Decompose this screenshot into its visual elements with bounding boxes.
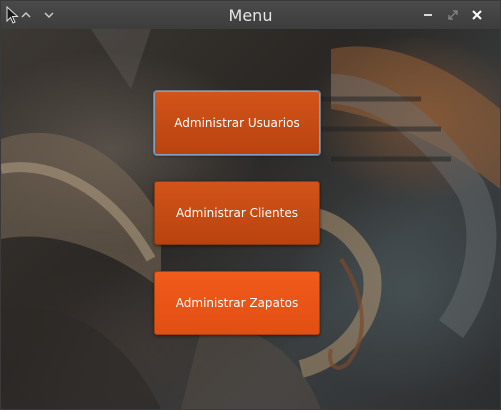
background-image: Administrar Usuarios Administrar Cliente… bbox=[1, 29, 500, 409]
button-label: Administrar Clientes bbox=[176, 206, 298, 220]
minimize-icon[interactable] bbox=[418, 5, 438, 25]
menu-window: Menu Administrar Usuarios Administrar Cl… bbox=[0, 0, 501, 410]
administrar-zapatos-button[interactable]: Administrar Zapatos bbox=[154, 271, 320, 335]
button-label: Administrar Zapatos bbox=[175, 296, 299, 310]
administrar-clientes-button[interactable]: Administrar Clientes bbox=[154, 181, 320, 245]
maximize-icon[interactable] bbox=[443, 5, 463, 25]
title-bar[interactable]: Menu bbox=[1, 1, 500, 30]
administrar-usuarios-button[interactable]: Administrar Usuarios bbox=[153, 90, 321, 156]
close-icon[interactable] bbox=[467, 5, 487, 25]
button-label: Administrar Usuarios bbox=[174, 116, 300, 130]
